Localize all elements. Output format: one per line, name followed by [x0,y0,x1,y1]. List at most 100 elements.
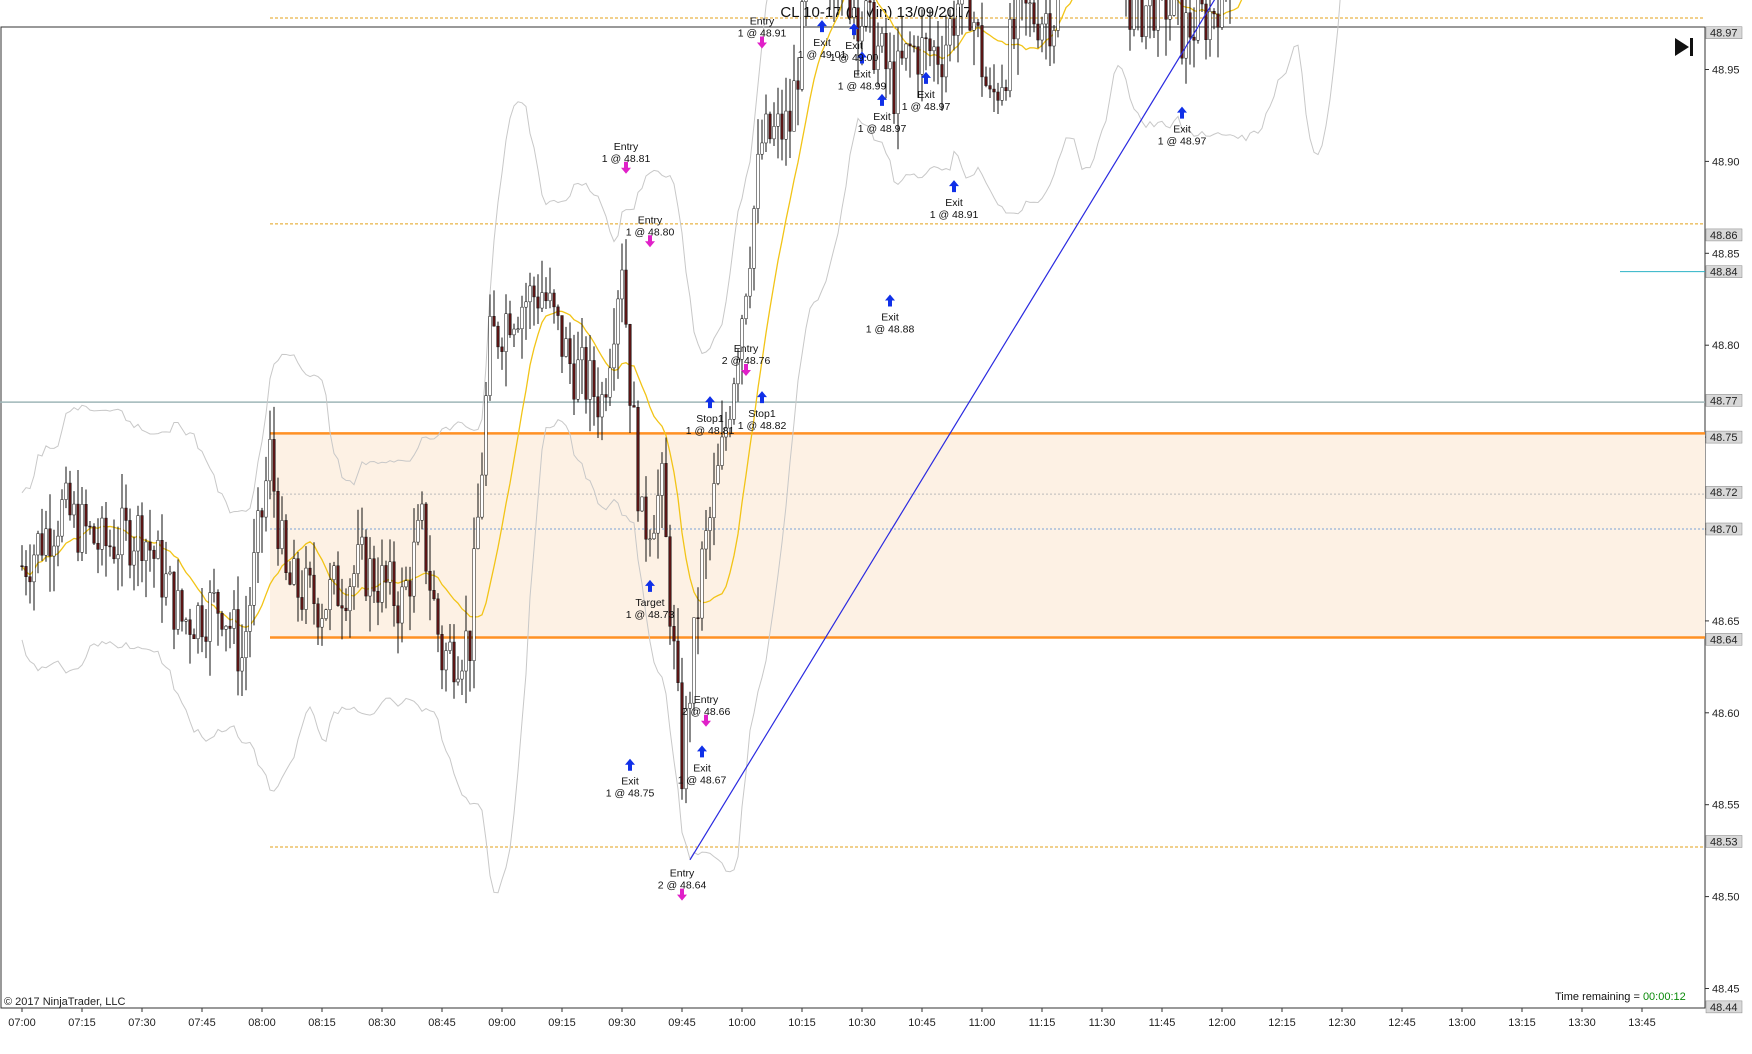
candle-body [400,586,404,624]
candle-body [636,407,640,512]
candle-body [564,338,568,357]
candle-body [500,346,504,352]
y-tick-label: 48.80 [1712,340,1740,352]
candle-body [612,343,616,369]
candle-body [128,520,132,566]
trade-label-line: Stop1 [748,408,776,420]
candle-body [1004,87,1008,92]
candle-body [888,61,892,70]
candle-body [356,544,360,574]
candle-body [656,495,660,534]
candle-body [516,328,520,331]
x-tick-label: 13:00 [1448,1017,1476,1029]
x-tick-label: 07:15 [68,1017,96,1029]
candle-body [1000,87,1004,101]
x-tick-label: 11:45 [1149,1017,1176,1029]
candle-body [796,80,800,90]
x-tick-label: 13:30 [1568,1017,1596,1029]
trade-label-line: Entry [638,214,663,226]
candle-body [776,113,780,127]
x-tick-label: 08:30 [368,1017,396,1029]
trade-label-line: 2 @ 48.64 [658,880,707,892]
y-tick-label: 48.85 [1712,248,1740,260]
candle-body [992,88,996,93]
trade-label-line: Entry [694,694,719,706]
candle-body [408,580,412,597]
candle-body [912,45,916,48]
candle-body [1040,23,1044,41]
x-tick-label: 09:15 [548,1017,576,1029]
trade-label-line: 1 @ 48.88 [866,323,915,335]
candle-body [696,617,700,619]
trade-label-line: Exit [945,197,963,209]
price-flag-label: 48.72 [1710,487,1738,499]
candle-body [404,580,408,588]
candle-body [196,605,200,640]
candle-body [116,554,120,560]
candle-body [864,0,868,27]
candle-body [1016,0,1020,40]
candle-body [920,37,924,75]
copyright-text: © 2017 NinjaTrader, LLC [4,996,125,1008]
candle-body [80,504,84,553]
candle-body [540,292,544,309]
candle-body [968,0,972,31]
candle-body [892,61,896,114]
candle-body [784,110,788,140]
candle-body [768,113,772,140]
candle-body [416,520,420,543]
x-tick-label: 11:15 [1029,1017,1056,1029]
candle-body [96,542,100,550]
candle-body [1152,0,1156,31]
candle-body [240,657,244,672]
candle-body [940,64,944,78]
candle-body [348,586,352,612]
candle-body [804,0,808,2]
candle-body [536,296,540,309]
candle-body [1172,0,1176,16]
candle-body [860,25,864,42]
trade-label-line: Exit [873,111,891,123]
x-tick-label: 07:00 [8,1017,36,1029]
trade-label-line: Entry [614,141,639,153]
candle-body [576,359,580,400]
x-tick-label: 08:00 [248,1017,276,1029]
price-chart[interactable]: 49.26 Entry1 @ 49.24Entry1 @ 49.26Entry1… [0,0,1752,1054]
candle-body [424,503,428,572]
candle-body [732,383,736,420]
time-remaining-value: 00:00:12 [1643,991,1686,1003]
candle-body [388,561,392,583]
candle-body [524,301,528,308]
candle-body [584,347,588,400]
trade-label: Entry 1 @ 48.91 [738,16,787,40]
candle-body [1036,23,1040,41]
candle-body [124,507,128,521]
time-axis[interactable]: 07:00 07:15 07:30 07:45 08:00 08:15 08:30 08:45… [8,1008,1656,1029]
candle-body [492,316,496,327]
candle-body [884,32,888,70]
candle-body [520,306,524,330]
candle-body [856,7,860,42]
x-tick-label: 08:15 [308,1017,336,1029]
candle-body [932,46,936,52]
x-tick-label: 12:00 [1208,1017,1236,1029]
x-tick-label: 09:45 [668,1017,696,1029]
candle-body [620,269,624,300]
candle-body [1184,12,1188,59]
candle-body [180,590,184,622]
time-remaining: Time remaining = 00:00:12 [1555,991,1686,1003]
price-flag-label: 48.97 [1710,28,1738,40]
candle-body [140,515,144,561]
candle-body [68,482,72,516]
candle-body [120,507,124,556]
price-flag-label: 48.64 [1710,634,1738,646]
trade-label-line: Target [635,597,664,609]
x-tick-label: 07:45 [188,1017,216,1029]
price-flag-label: 48.86 [1710,230,1738,242]
trade-label-line: 1 @ 48.99 [838,81,887,93]
candle-body [76,503,80,553]
candle-body [256,510,260,553]
candle-body [1144,5,1148,37]
trade-label-line: 1 @ 48.97 [858,123,907,135]
candle-body [596,396,600,418]
